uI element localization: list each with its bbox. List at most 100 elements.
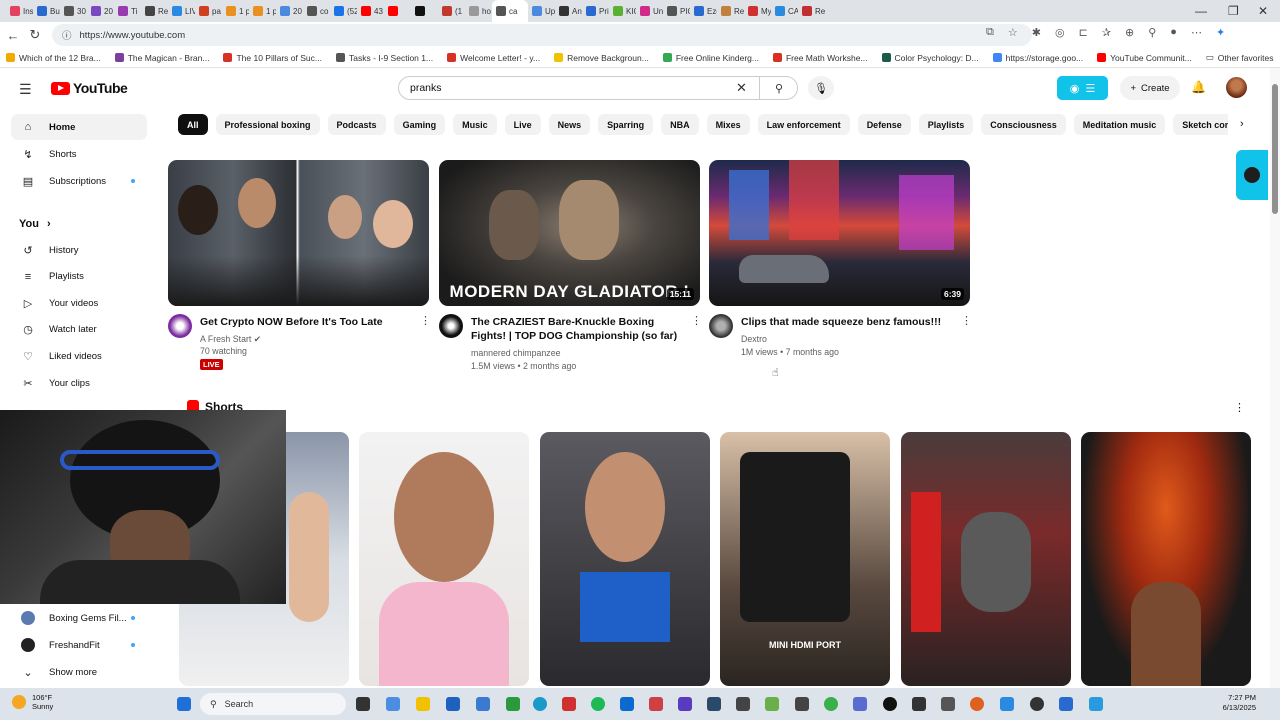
chip-news[interactable]: News — [548, 114, 591, 135]
bookmark-item[interactable]: The Magican - Bran... — [114, 53, 209, 63]
browser-tab[interactable]: Bu — [33, 0, 60, 22]
split-icon[interactable]: ⊏ — [1079, 26, 1088, 39]
app-icon[interactable] — [1000, 697, 1014, 711]
browser-tab[interactable]: ho — [465, 0, 492, 22]
browser-tab[interactable]: 30 — [60, 0, 87, 22]
outlook-icon[interactable] — [620, 697, 634, 711]
channel-avatar[interactable] — [709, 314, 733, 338]
browser-tab[interactable]: Up — [528, 0, 555, 22]
chip-meditation-music[interactable]: Meditation music — [1073, 114, 1166, 135]
video-thumbnail[interactable]: 6:39 — [709, 160, 970, 306]
short-card[interactable] — [359, 432, 529, 686]
short-card[interactable] — [1081, 432, 1251, 686]
chevron-right-icon[interactable]: › — [1240, 118, 1244, 130]
video-card[interactable]: MODERN DAY GLADIATOR ! 15:11 The CRAZIES… — [439, 160, 702, 376]
bookmark-item[interactable]: Remove Backgroun... — [554, 53, 649, 63]
chip-gaming[interactable]: Gaming — [393, 114, 446, 135]
app-icon[interactable] — [562, 697, 576, 711]
nvidia-icon[interactable] — [765, 697, 779, 711]
browser-tab[interactable]: (52 — [330, 0, 357, 22]
channel-avatar[interactable] — [168, 314, 192, 338]
channel-name[interactable]: mannered chimpanzee — [471, 348, 561, 358]
sidebar-item-watch-later[interactable]: ◷ Watch later — [11, 317, 147, 343]
more-options-icon[interactable]: ⋮ — [691, 314, 702, 327]
create-button[interactable]: + Create — [1120, 76, 1180, 100]
chip-playlists[interactable]: Playlists — [918, 114, 974, 135]
sidebar-item-home[interactable]: ⌂ Home — [11, 114, 147, 140]
channel-name[interactable]: A Fresh Start ✔ — [200, 334, 261, 345]
channel-name[interactable]: Dextro — [741, 334, 767, 344]
app-icon[interactable] — [707, 697, 721, 711]
taskbar-search[interactable]: ⚲ Search — [200, 693, 346, 715]
system-clock[interactable]: 7:27 PM 6/13/2025 — [1204, 693, 1256, 713]
voice-search-button[interactable]: 🎙 — [808, 76, 834, 100]
browser-tab[interactable]: CA — [771, 0, 798, 22]
browser-tab[interactable]: Un — [636, 0, 663, 22]
bookmark-item[interactable]: Tasks - I-9 Section 1... — [335, 53, 433, 63]
firefox-icon[interactable] — [970, 697, 984, 711]
favorites-icon[interactable]: ✰ — [1102, 26, 1111, 39]
maximize-button[interactable]: ❐ — [1228, 0, 1239, 22]
browser-tab[interactable]: LIV — [168, 0, 195, 22]
video-title[interactable]: The CRAZIEST Bare-Knuckle Boxing Fights!… — [471, 315, 686, 343]
chip-mixes[interactable]: Mixes — [706, 114, 750, 135]
close-window-button[interactable]: ✕ — [1258, 0, 1268, 22]
chip-live[interactable]: Live — [504, 114, 541, 135]
video-thumbnail[interactable]: MODERN DAY GLADIATOR ! 15:11 — [439, 160, 700, 306]
task-view-icon[interactable] — [356, 697, 370, 711]
browser-tab[interactable]: KIC — [609, 0, 636, 22]
video-card[interactable]: Get Crypto NOW Before It's Too Late ⋮ A … — [168, 160, 431, 376]
chip-all[interactable]: All — [178, 114, 208, 135]
browser-tab[interactable] — [384, 0, 411, 22]
sidebar-item-history[interactable]: ↺ History — [11, 237, 147, 263]
browser-tab[interactable]: pa — [195, 0, 222, 22]
chip-sparring[interactable]: Sparring — [598, 114, 654, 135]
clear-search-icon[interactable]: ✕ — [736, 80, 747, 96]
weather-widget[interactable]: 106°F Sunny — [12, 693, 53, 711]
bookmark-item[interactable]: Welcome Letter! - y... — [447, 53, 540, 63]
app-icon[interactable] — [1089, 697, 1103, 711]
browser-tab[interactable]: Ins — [6, 0, 33, 22]
sidebar-item-your-videos[interactable]: ▷ Your videos — [11, 290, 147, 316]
sidebar-item-boxing-gems-fil[interactable]: Boxing Gems Fil... — [11, 605, 147, 631]
page-scrollbar[interactable] — [1270, 68, 1280, 688]
copilot-icon[interactable]: ✦ — [1216, 26, 1225, 39]
browser-tab[interactable]: 1 p — [222, 0, 249, 22]
video-thumbnail[interactable] — [168, 160, 429, 306]
chip-podcasts[interactable]: Podcasts — [327, 114, 386, 135]
extension-toolbar-button[interactable]: ◉ ☰ — [1057, 76, 1108, 100]
app-icon[interactable] — [476, 697, 490, 711]
short-card[interactable]: MINI HDMI PORT — [720, 432, 890, 686]
terminal-icon[interactable] — [912, 697, 926, 711]
sidebar-item-shorts[interactable]: ↯ Shorts — [11, 141, 147, 167]
browser-tab[interactable]: My — [744, 0, 771, 22]
browser-tab[interactable]: Re — [798, 0, 825, 22]
sidebar-item-playlists[interactable]: ≡ Playlists — [11, 264, 147, 290]
bookmark-item[interactable]: Free Math Workshe... — [772, 53, 868, 63]
browser-tab[interactable]: Ti — [114, 0, 141, 22]
more-options-icon[interactable]: ⋮ — [1234, 401, 1245, 414]
short-card[interactable] — [901, 432, 1071, 686]
menu-icon[interactable]: ☰ — [19, 81, 32, 98]
read-aloud-icon[interactable]: ⧉ — [986, 26, 994, 39]
profile-icon[interactable]: ● — [1170, 26, 1177, 39]
bookmark-item[interactable]: Free Online Kinderg... — [662, 53, 759, 63]
extension-icon-2[interactable]: ◎ — [1055, 26, 1065, 39]
browser-tab[interactable]: 20 — [87, 0, 114, 22]
short-card[interactable] — [540, 432, 710, 686]
browser-tab[interactable]: 20 — [276, 0, 303, 22]
settings-more-icon[interactable]: ⋯ — [1191, 26, 1202, 39]
other-favorites-folder[interactable]: ▭ Other favorites — [1206, 52, 1274, 63]
browser-tab[interactable]: PIC — [663, 0, 690, 22]
chip-defense[interactable]: Defense — [857, 114, 911, 135]
browser-tab[interactable]: co — [303, 0, 330, 22]
minimize-button[interactable]: — — [1195, 0, 1207, 22]
browser-tab[interactable]: 43 — [357, 0, 384, 22]
more-options-icon[interactable]: ⋮ — [961, 314, 972, 327]
sidebar-item-freshandfit[interactable]: FreshandFit — [11, 632, 147, 658]
copilot-app-icon[interactable] — [386, 697, 400, 711]
show-more-button[interactable]: ⌄ Show more — [11, 659, 147, 685]
youtube-logo[interactable]: YouTube — [51, 80, 128, 96]
extension-icon[interactable]: ✱ — [1032, 26, 1041, 39]
sidebar-item-your-clips[interactable]: ✂ Your clips — [11, 370, 147, 396]
